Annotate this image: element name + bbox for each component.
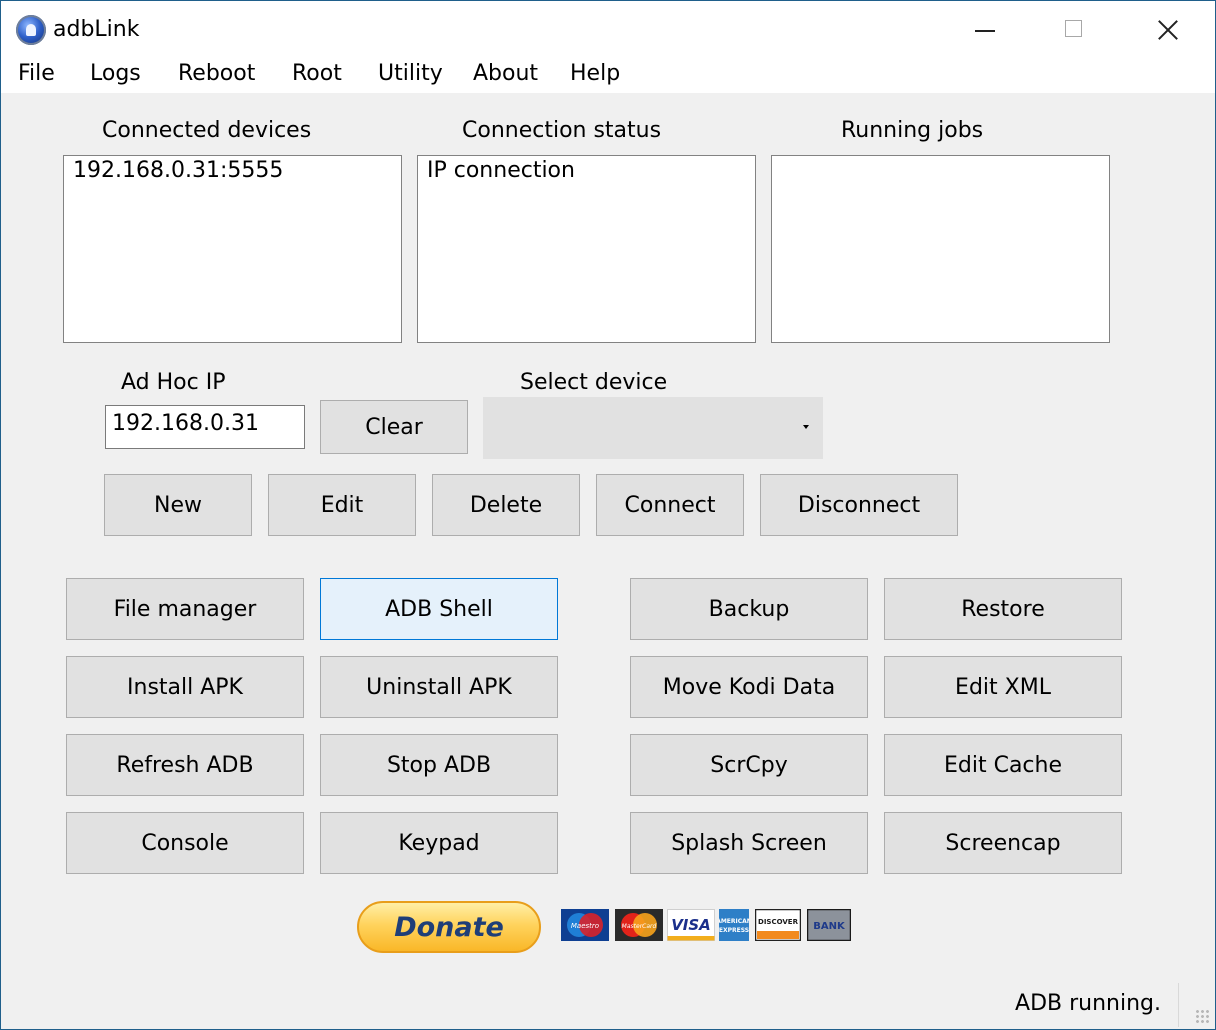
connection-status-list[interactable]: IP connection: [417, 155, 756, 343]
app-logo-icon: [16, 15, 46, 45]
delete-button[interactable]: Delete: [432, 474, 580, 536]
discover-card-icon: DISCOVER: [755, 909, 801, 941]
maximize-button[interactable]: [1029, 1, 1119, 59]
visa-card-icon: VISA: [667, 909, 715, 941]
svg-text:AMERICAN: AMERICAN: [719, 918, 749, 925]
status-bar: ADB running.: [1, 981, 1215, 1029]
title-bar: adbLink: [1, 1, 1215, 59]
menu-help[interactable]: Help: [570, 61, 620, 86]
adb-shell-button[interactable]: ADB Shell: [320, 578, 558, 640]
file-manager-button[interactable]: File manager: [66, 578, 304, 640]
maestro-card-icon: Maestro: [561, 909, 609, 941]
new-button[interactable]: New: [104, 474, 252, 536]
menu-root[interactable]: Root: [292, 61, 342, 86]
running-jobs-list[interactable]: [771, 155, 1110, 343]
minimize-button[interactable]: [939, 1, 1029, 59]
running-jobs-label: Running jobs: [841, 118, 984, 143]
svg-text:VISA: VISA: [671, 916, 711, 934]
scrcpy-button[interactable]: ScrCpy: [630, 734, 868, 796]
connect-button[interactable]: Connect: [596, 474, 744, 536]
adhoc-ip-input[interactable]: 192.168.0.31: [105, 405, 305, 449]
donate-button[interactable]: Donate: [357, 901, 541, 953]
device-list-item[interactable]: 192.168.0.31:5555: [73, 158, 392, 183]
console-button[interactable]: Console: [66, 812, 304, 874]
svg-text:EXPRESS: EXPRESS: [719, 927, 749, 934]
app-window: adbLink File Logs Reboot Root Utility Ab…: [0, 0, 1216, 1030]
menu-about[interactable]: About: [473, 61, 538, 86]
clear-button[interactable]: Clear: [320, 400, 468, 454]
menu-bar: File Logs Reboot Root Utility About Help: [1, 59, 1215, 93]
svg-text:DISCOVER: DISCOVER: [758, 918, 799, 926]
refresh-adb-button[interactable]: Refresh ADB: [66, 734, 304, 796]
select-device-dropdown[interactable]: [483, 397, 823, 459]
splash-screen-button[interactable]: Splash Screen: [630, 812, 868, 874]
menu-file[interactable]: File: [18, 61, 55, 86]
connection-status-label: Connection status: [462, 118, 662, 143]
adhoc-ip-label: Ad Hoc IP: [121, 370, 226, 395]
resize-grip-icon[interactable]: [1195, 1009, 1211, 1025]
chevron-down-icon: [803, 425, 809, 429]
menu-reboot[interactable]: Reboot: [178, 61, 255, 86]
mastercard-icon: MasterCard: [615, 909, 663, 941]
window-title: adbLink: [53, 17, 140, 42]
edit-cache-button[interactable]: Edit Cache: [884, 734, 1122, 796]
status-list-item[interactable]: IP connection: [427, 158, 746, 183]
connected-devices-list[interactable]: 192.168.0.31:5555: [63, 155, 402, 343]
close-button[interactable]: [1121, 1, 1211, 59]
install-apk-button[interactable]: Install APK: [66, 656, 304, 718]
status-bar-separator: [1178, 983, 1179, 1027]
stop-adb-button[interactable]: Stop ADB: [320, 734, 558, 796]
menu-utility[interactable]: Utility: [378, 61, 443, 86]
edit-button[interactable]: Edit: [268, 474, 416, 536]
amex-card-icon: AMERICAN EXPRESS: [719, 909, 749, 941]
svg-text:BANK: BANK: [813, 921, 846, 932]
keypad-button[interactable]: Keypad: [320, 812, 558, 874]
disconnect-button[interactable]: Disconnect: [760, 474, 958, 536]
uninstall-apk-button[interactable]: Uninstall APK: [320, 656, 558, 718]
connected-devices-label: Connected devices: [102, 118, 312, 143]
backup-button[interactable]: Backup: [630, 578, 868, 640]
select-device-label: Select device: [520, 370, 668, 395]
screencap-button[interactable]: Screencap: [884, 812, 1122, 874]
move-kodi-data-button[interactable]: Move Kodi Data: [630, 656, 868, 718]
edit-xml-button[interactable]: Edit XML: [884, 656, 1122, 718]
bank-card-icon: BANK: [807, 909, 851, 941]
restore-button[interactable]: Restore: [884, 578, 1122, 640]
status-text: ADB running.: [1015, 991, 1161, 1016]
svg-text:MasterCard: MasterCard: [622, 923, 657, 930]
menu-logs[interactable]: Logs: [90, 61, 141, 86]
svg-text:Maestro: Maestro: [571, 922, 599, 930]
